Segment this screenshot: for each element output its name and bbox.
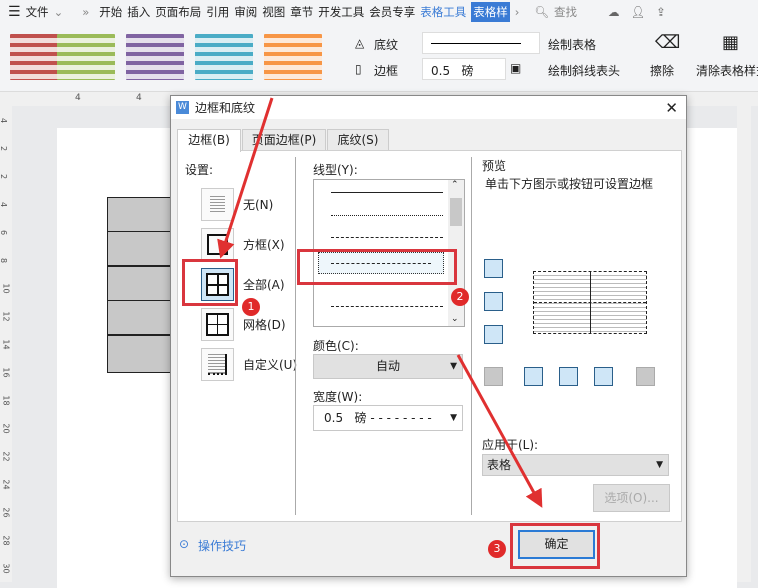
annotation-arrows — [217, 97, 543, 508]
arrow-to-all-setting — [217, 97, 274, 259]
arrow-to-ok-button — [456, 354, 543, 508]
tab-borders[interactable]: 边框(B) — [177, 129, 241, 152]
